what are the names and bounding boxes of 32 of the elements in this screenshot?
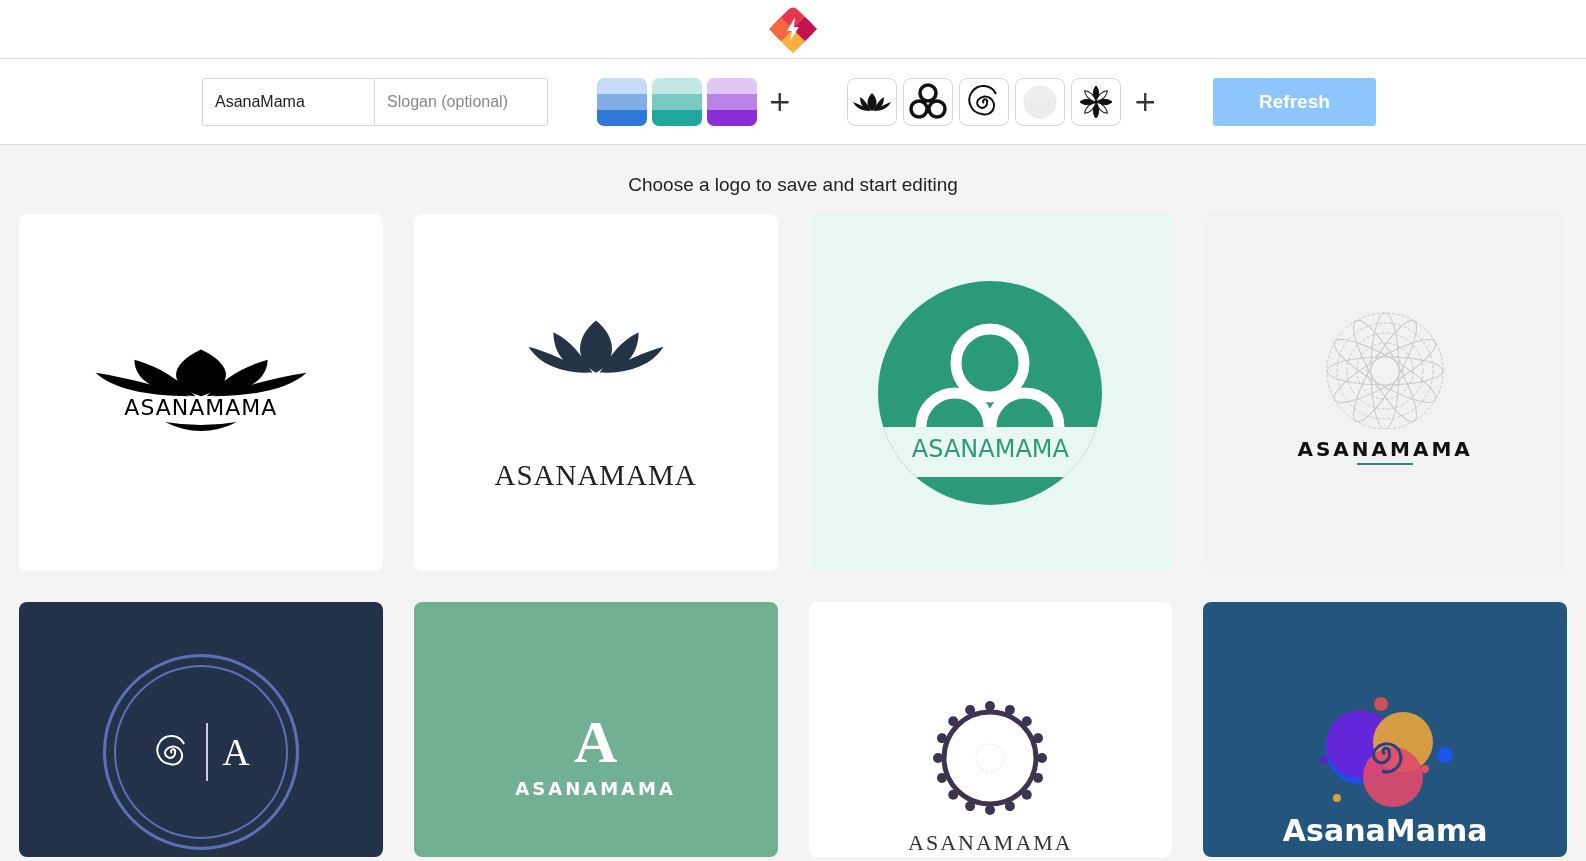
logo-card[interactable]: AsanaMama: [1203, 602, 1567, 857]
color-palette-swatch[interactable]: [652, 77, 702, 126]
color-palette-swatch[interactable]: [707, 77, 757, 126]
logo-card[interactable]: ASANAMAMA: [19, 214, 383, 571]
rings-icon: [915, 321, 1066, 427]
logo-text: ASANAMAMA: [1297, 437, 1473, 461]
ornament-icon: [932, 700, 1049, 816]
logo-card[interactable]: ASANAMAMA: [808, 602, 1173, 857]
symbol-option[interactable]: [847, 77, 898, 126]
page-heading: Choose a logo to save and start editing: [628, 172, 958, 196]
mandala-icon: [1022, 83, 1059, 120]
slogan-field[interactable]: Slogan (optional): [375, 77, 548, 126]
add-symbol-button[interactable]: +: [1127, 85, 1163, 118]
logo-card[interactable]: A: [19, 602, 383, 857]
color-palette-swatch[interactable]: [597, 77, 647, 126]
add-palette-button[interactable]: +: [762, 85, 798, 118]
logo-text: ASANAMAMA: [494, 459, 697, 492]
letter-mark: A: [573, 712, 618, 772]
flower-icon: [1078, 83, 1115, 120]
logo-text: ASANAMAMA: [124, 395, 278, 420]
symbol-option[interactable]: [1071, 77, 1122, 126]
company-name-field[interactable]: AsanaMama: [202, 77, 375, 126]
logo-text: ASANAMAMA: [908, 830, 1073, 856]
logo-text: ASANAMAMA: [911, 435, 1069, 463]
divider-icon: [206, 723, 209, 781]
symbol-option[interactable]: [903, 77, 954, 126]
logo-text: ASANAMAMA: [515, 778, 676, 799]
logo-text: AsanaMama: [1282, 813, 1488, 848]
symbol-option[interactable]: [959, 77, 1010, 126]
rings-icon: [908, 81, 949, 122]
logo-card[interactable]: ASANAMAMA: [413, 214, 778, 571]
logo-text: A: [222, 730, 250, 774]
